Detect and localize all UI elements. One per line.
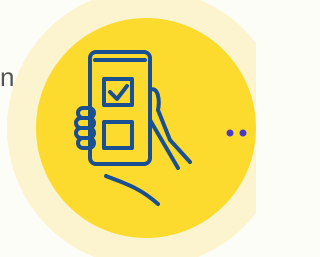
dot-left <box>226 129 234 137</box>
phone-checklist-illustration <box>7 0 256 257</box>
dot-right <box>239 129 247 137</box>
illustration-canvas: n <box>0 0 256 257</box>
